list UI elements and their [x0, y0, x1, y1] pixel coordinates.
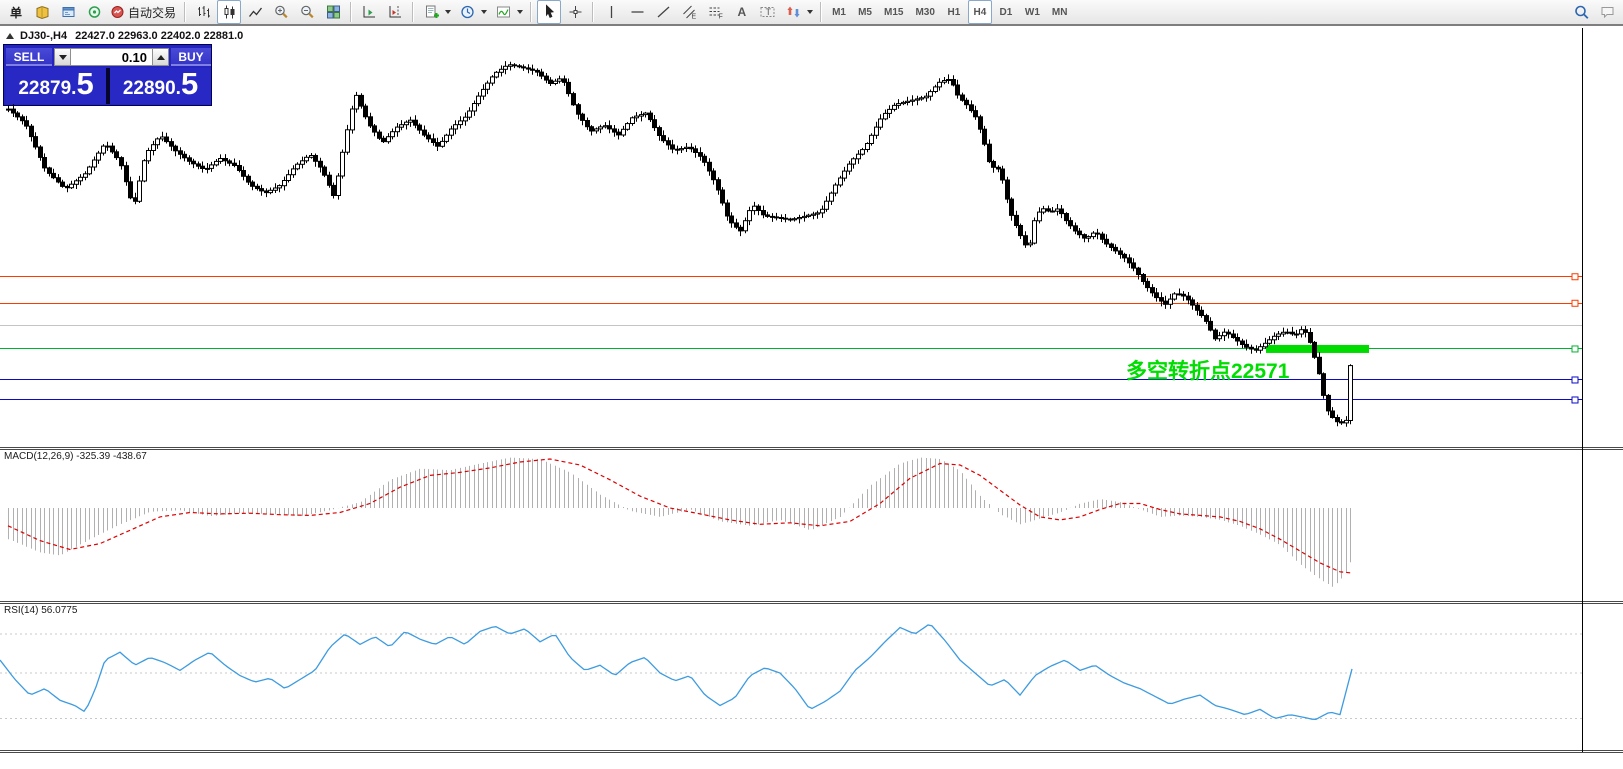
market-watch-button[interactable] — [56, 0, 80, 24]
auto-scroll-button[interactable] — [357, 0, 381, 24]
toolbar: 单 自动交易 E F A T M1 M5 M15 M30 H1 H4 D1 W1 MN — [0, 0, 1623, 26]
shapes-icon — [786, 6, 800, 18]
pane-divider — [0, 750, 1623, 753]
shapes-button[interactable] — [781, 0, 805, 24]
horizontal-line-icon — [631, 11, 644, 13]
signals-button[interactable] — [82, 0, 106, 24]
toolbar-separator — [592, 2, 595, 22]
svg-text:F: F — [718, 14, 722, 21]
toolbar-separator — [184, 2, 187, 22]
zoom-in-icon — [274, 5, 288, 19]
chart-shift-button[interactable] — [383, 0, 407, 24]
timeframe-d1[interactable]: D1 — [994, 0, 1018, 24]
fibonacci-icon: F — [709, 7, 722, 21]
price-chart-pane[interactable] — [0, 28, 1582, 447]
macd-label: MACD(12,26,9) -325.39 -438.67 — [4, 451, 147, 462]
green-zone-bar[interactable] — [1266, 344, 1369, 353]
toolbar-separator — [412, 2, 415, 22]
tile-windows-icon — [326, 5, 340, 19]
trendline-button[interactable] — [651, 0, 675, 24]
menu-button[interactable]: 单 — [4, 0, 28, 24]
horizontal-line-button[interactable] — [625, 0, 649, 24]
timeframe-h1[interactable]: H1 — [942, 0, 966, 24]
zoom-out-button[interactable] — [295, 0, 319, 24]
new-chart-icon — [425, 5, 439, 18]
cursor-icon — [545, 4, 554, 18]
text-button[interactable]: A — [729, 0, 753, 24]
indicators-button[interactable] — [491, 0, 515, 24]
channel-icon: E — [682, 5, 696, 21]
timeframe-mn[interactable]: MN — [1047, 0, 1073, 24]
timeframe-m30[interactable]: M30 — [910, 0, 939, 24]
line-handle-icon[interactable] — [1571, 299, 1579, 307]
candlestick-chart-icon — [224, 5, 235, 19]
bar-chart-icon — [197, 6, 210, 18]
trendline-icon — [657, 6, 669, 18]
candlestick-chart-button[interactable] — [217, 0, 242, 24]
macd-pane[interactable] — [0, 449, 1582, 601]
new-order-button[interactable] — [30, 0, 54, 24]
crosshair-button[interactable] — [563, 0, 587, 24]
timeframe-m5[interactable]: M5 — [853, 0, 877, 24]
periods-dropdown-icon[interactable] — [481, 10, 488, 14]
toolbar-separator — [820, 2, 823, 22]
cursor-button[interactable] — [537, 0, 562, 24]
chart-shift-icon — [389, 6, 401, 18]
macd-histogram — [8, 457, 1351, 587]
line-chart-button[interactable] — [243, 0, 267, 24]
line-handle-icon[interactable] — [1571, 345, 1579, 353]
label-button[interactable]: T — [755, 0, 779, 24]
indicators-dropdown-icon[interactable] — [517, 10, 524, 14]
bar-chart-button[interactable] — [191, 0, 215, 24]
vertical-line-button[interactable] — [599, 0, 623, 24]
fibonacci-button[interactable]: F — [703, 0, 727, 24]
timeframe-m1[interactable]: M1 — [827, 0, 851, 24]
line-handle-icon[interactable] — [1571, 273, 1579, 281]
macd-signal-line — [7, 458, 1354, 574]
autotrade-button[interactable]: 自动交易 — [108, 0, 179, 24]
market-watch-icon — [62, 7, 74, 17]
timeframe-m15[interactable]: M15 — [879, 0, 908, 24]
search-button[interactable] — [1569, 0, 1593, 24]
toolbar-right — [1568, 0, 1620, 24]
timeframe-h4[interactable]: H4 — [967, 0, 992, 24]
line-handle-icon[interactable] — [1571, 376, 1579, 384]
zoom-out-icon — [300, 5, 314, 19]
rsi-pane[interactable] — [0, 603, 1582, 750]
toolbar-separator — [530, 2, 533, 22]
rsi-label: RSI(14) 56.0775 — [4, 605, 78, 616]
new-order-icon — [36, 5, 48, 20]
tile-windows-button[interactable] — [321, 0, 345, 24]
line-chart-icon — [248, 7, 262, 17]
zoom-in-button[interactable] — [269, 0, 293, 24]
vertical-line-icon — [610, 6, 612, 18]
svg-text:T: T — [765, 7, 771, 17]
channel-button[interactable]: E — [677, 0, 701, 24]
terminal-window: 单 自动交易 E F A T M1 M5 M15 M30 H1 H4 D1 W1 MN DJ30-,H4 2… — [0, 0, 1623, 769]
line-handle-icon[interactable] — [1571, 396, 1579, 404]
rsi-line — [0, 624, 1353, 720]
periods-icon — [460, 5, 474, 19]
text-icon: A — [737, 5, 746, 19]
svg-text:A: A — [737, 5, 746, 19]
timeframe-w1[interactable]: W1 — [1020, 0, 1045, 24]
auto-scroll-icon — [363, 6, 375, 18]
indicators-icon — [496, 6, 510, 18]
shapes-dropdown-icon[interactable] — [807, 10, 814, 14]
label-icon: T — [760, 7, 775, 17]
search-icon — [1574, 5, 1588, 19]
svg-text:E: E — [691, 14, 696, 21]
chat-icon — [1601, 7, 1613, 19]
autotrade-icon — [111, 6, 124, 18]
chat-button[interactable] — [1595, 0, 1619, 24]
new-chart-dropdown-icon[interactable] — [445, 10, 452, 14]
toolbar-separator — [350, 2, 353, 22]
signals-icon — [88, 6, 100, 18]
chart-window: DJ30-,H4 22427.0 22963.0 22402.0 22881.0… — [0, 27, 1623, 769]
crosshair-icon — [569, 6, 582, 18]
new-chart-button[interactable] — [419, 0, 443, 24]
price-axis[interactable]: 26523.026085.525660.525223.024798.024360… — [1582, 27, 1623, 750]
periods-button[interactable] — [455, 0, 479, 24]
turning-point-annotation[interactable]: 多空转折点22571 — [1126, 355, 1289, 385]
